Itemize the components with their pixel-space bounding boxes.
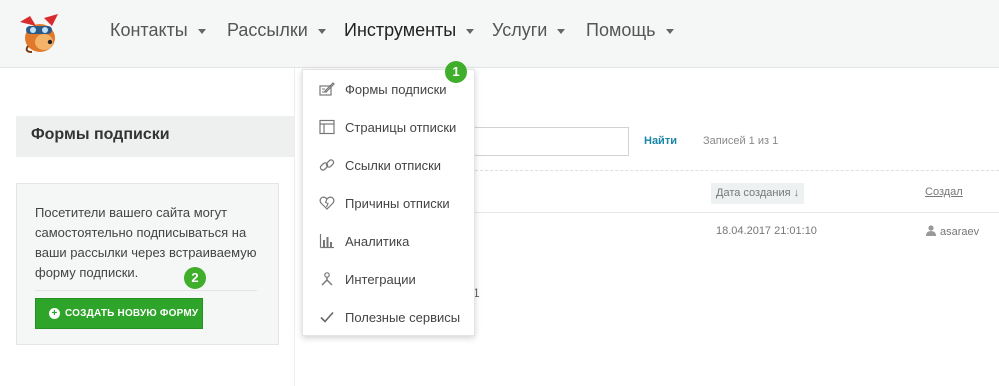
divider [35,290,257,291]
top-navigation-bar: Контакты Рассылки Инструменты Услуги Пом… [0,0,999,68]
menu-item-label: Формы подписки [345,81,447,97]
find-button[interactable]: Найти [644,135,677,147]
menu-item-unsubscribe-links[interactable]: Ссылки отписки [303,146,475,184]
step-badge: 1 [445,61,467,83]
form-edit-icon [318,80,336,98]
chevron-down-icon [317,29,326,34]
menu-item-integrations[interactable]: Интеграции [303,260,475,298]
nav-services-label: Услуги [492,20,548,40]
chevron-down-icon [197,29,206,34]
logo-icon[interactable] [14,12,62,54]
menu-item-unsubscribe-reasons[interactable]: Причины отписки [303,184,475,222]
chevron-down-icon [665,29,674,34]
nav-help-label: Помощь [586,20,656,40]
create-form-button-label: СОЗДАТЬ НОВУЮ ФОРМУ [65,308,199,319]
menu-item-label: Аналитика [345,233,410,249]
user-icon [926,225,936,239]
page-layout-icon [318,118,336,136]
step-badge: 2 [184,267,206,289]
column-header-creator[interactable]: Создал [925,186,963,198]
nav-contacts[interactable]: Контакты [110,20,206,41]
table-cell-date: 18.04.2017 21:01:10 [716,225,817,237]
search-input[interactable] [470,127,629,156]
nav-mailings-label: Рассылки [227,20,308,40]
checkmark-icon [318,308,336,326]
bar-chart-icon [318,232,336,250]
plus-circle-icon: + [49,308,60,319]
divider [470,170,999,171]
link-icon [318,156,336,174]
menu-item-label: Полезные сервисы [345,309,461,325]
tools-dropdown-menu: Формы подписки Страницы отписки Ссылки о… [302,69,475,336]
chevron-down-icon [466,29,475,34]
menu-item-label: Ссылки отписки [345,157,442,173]
nav-contacts-label: Контакты [110,20,188,40]
column-header-date[interactable]: Дата создания ↓ [711,183,805,204]
menu-item-label: Интеграции [345,271,416,287]
nav-tools-label: Инструменты [344,20,457,40]
create-form-button[interactable]: + СОЗДАТЬ НОВУЮ ФОРМУ [35,298,203,329]
creator-name: asaraev [940,226,980,238]
nav-tools[interactable]: Инструменты [344,20,475,41]
table-cell-creator: asaraev [926,225,979,239]
menu-item-analytics[interactable]: Аналитика [303,222,475,260]
menu-item-useful-services[interactable]: Полезные сервисы [303,298,475,336]
records-count: Записей 1 из 1 [703,135,779,147]
divider [470,212,999,213]
info-panel: Посетители вашего сайта могут самостояте… [16,183,279,345]
broken-heart-icon [318,194,336,212]
menu-item-label: Страницы отписки [345,119,457,135]
nav-help[interactable]: Помощь [586,20,674,41]
chevron-down-icon [557,29,566,34]
menu-item-label: Причины отписки [345,195,450,211]
menu-item-unsubscribe-pages[interactable]: Страницы отписки [303,108,475,146]
nav-mailings[interactable]: Рассылки [227,20,326,41]
nav-services[interactable]: Услуги [492,20,566,41]
info-text: Посетители вашего сайта могут самостояте… [35,205,257,280]
page-title: Формы подписки [31,126,170,143]
page-header: Формы подписки [16,116,294,157]
integration-icon [318,270,336,288]
